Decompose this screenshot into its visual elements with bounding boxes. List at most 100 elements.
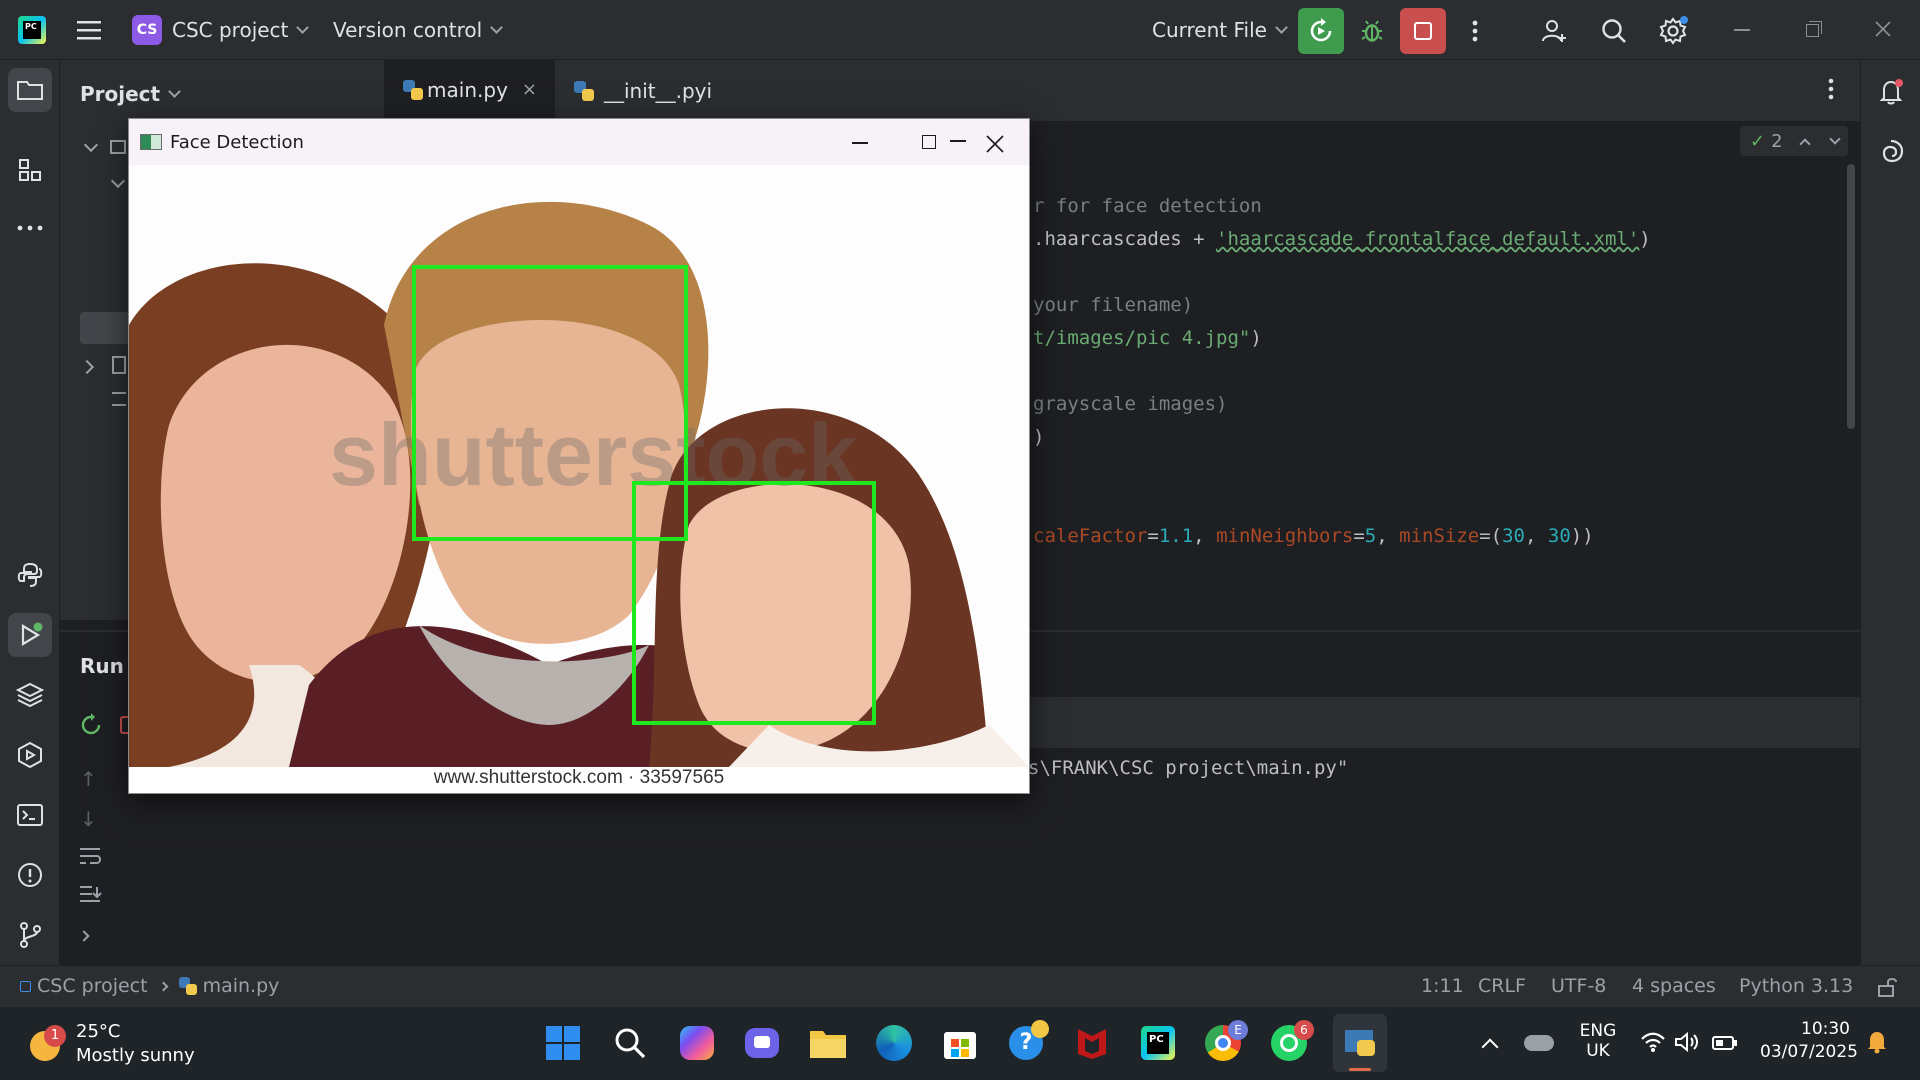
- chevron-down-icon[interactable]: [1828, 133, 1841, 145]
- code-number: 30: [1547, 525, 1571, 547]
- code-line[interactable]: ): [1033, 426, 1044, 448]
- vcs-selector[interactable]: Version control: [333, 18, 504, 42]
- minimize-window-button[interactable]: [1728, 14, 1758, 44]
- settings-gear-icon[interactable]: [1650, 8, 1696, 54]
- close-window-button[interactable]: [1868, 14, 1898, 44]
- chevron-down-icon: [490, 21, 504, 34]
- main-menu-icon[interactable]: [66, 7, 112, 53]
- restore-window-button[interactable]: [1798, 14, 1828, 44]
- mcafee-icon[interactable]: [1067, 1018, 1117, 1068]
- volume-icon[interactable]: [1674, 1031, 1700, 1057]
- whatsapp-icon[interactable]: 6: [1264, 1018, 1314, 1068]
- rerun-icon[interactable]: [78, 712, 104, 742]
- weather-widget[interactable]: 1 25°C Mostly sunny: [26, 1017, 196, 1069]
- python-app-icon[interactable]: [1333, 1014, 1387, 1072]
- rerun-button[interactable]: [1298, 8, 1344, 54]
- taskbar-search-icon[interactable]: [605, 1018, 655, 1068]
- face-window-close-button[interactable]: [982, 131, 1008, 157]
- add-user-icon[interactable]: [1531, 8, 1577, 54]
- microsoft-store-icon[interactable]: [935, 1018, 985, 1068]
- notifications-bell-icon[interactable]: [1869, 70, 1913, 114]
- run-config-selector[interactable]: Current File: [1152, 18, 1288, 42]
- copilot-app-icon[interactable]: [672, 1018, 722, 1068]
- face-detection-window[interactable]: Face Detection shutterstock www.shutters…: [128, 118, 1030, 794]
- run-output-line[interactable]: s\FRANK\CSC project\main.py": [1028, 757, 1348, 779]
- project-panel-header[interactable]: Project: [80, 82, 181, 106]
- terminal-icon[interactable]: [8, 793, 52, 837]
- left-tool-window-bar: [0, 60, 60, 965]
- notification-bell-icon[interactable]: [1866, 1029, 1888, 1059]
- code-line[interactable]: r for face detection: [1033, 195, 1262, 217]
- code-line[interactable]: your filename): [1033, 294, 1193, 316]
- indent-setting[interactable]: 4 spaces: [1632, 975, 1716, 997]
- structure-icon[interactable]: [8, 148, 52, 192]
- ai-assistant-icon[interactable]: [1869, 130, 1913, 174]
- tree-collapsed-chevron-icon[interactable]: [79, 359, 95, 375]
- expand-more-icon[interactable]: [78, 930, 90, 942]
- python-console-icon[interactable]: [8, 553, 52, 597]
- code-line[interactable]: .haarcascades + 'haarcascade_frontalface…: [1033, 228, 1651, 250]
- face-window-min-button-glyph[interactable]: [848, 133, 872, 153]
- project-folder-icon[interactable]: [8, 68, 52, 112]
- onedrive-offline-icon[interactable]: [1524, 1035, 1554, 1051]
- git-branch-icon[interactable]: [8, 913, 52, 957]
- tab-main-py[interactable]: main.py ×: [385, 60, 555, 122]
- code-line[interactable]: t/images/pic 4.jpg"): [1033, 327, 1262, 349]
- start-windows-icon[interactable]: [538, 1018, 588, 1068]
- soft-wrap-icon[interactable]: [78, 846, 102, 870]
- face-window-maximize-button[interactable]: [918, 133, 942, 155]
- caret-position[interactable]: 1:11: [1421, 975, 1464, 997]
- layers-icon[interactable]: [8, 673, 52, 717]
- close-tab-icon[interactable]: ×: [522, 79, 537, 100]
- run-tool-icon[interactable]: [8, 613, 52, 657]
- code-line[interactable]: grayscale images): [1033, 393, 1227, 415]
- chrome-browser-icon[interactable]: E: [1198, 1018, 1248, 1068]
- project-selector[interactable]: CS CSC project: [132, 15, 310, 45]
- python-interpreter[interactable]: Python 3.13: [1739, 975, 1853, 997]
- language-indicator[interactable]: ENG UK: [1578, 1021, 1618, 1061]
- clock-date: 03/07/2025: [1760, 1042, 1858, 1062]
- face-window-minimize-button[interactable]: [950, 126, 985, 158]
- more-tools-icon[interactable]: [8, 206, 52, 250]
- file-explorer-icon[interactable]: [803, 1018, 853, 1068]
- weather-temp: 25°C: [76, 1021, 121, 1042]
- breadcrumb-project[interactable]: CSC project: [37, 975, 148, 997]
- python-file-icon: [574, 81, 594, 101]
- tree-expand-chevron-icon[interactable]: [110, 173, 126, 189]
- line-separator[interactable]: CRLF: [1478, 975, 1526, 997]
- more-actions-icon[interactable]: [1452, 8, 1498, 54]
- scroll-up-icon[interactable]: ↑: [80, 767, 97, 791]
- weather-desc: Mostly sunny: [76, 1045, 195, 1066]
- tab-init-pyi[interactable]: __init__.pyi: [556, 60, 731, 122]
- teams-chat-icon[interactable]: [737, 1018, 787, 1068]
- clock[interactable]: 10:30 03/07/2025: [1760, 1019, 1858, 1062]
- code-line[interactable]: caleFactor=1.1, minNeighbors=5, minSize=…: [1033, 525, 1594, 547]
- battery-icon[interactable]: [1712, 1035, 1738, 1055]
- scroll-down-icon[interactable]: ↓: [80, 807, 97, 831]
- editor-tab-bar: main.py × __init__.pyi: [385, 60, 1860, 122]
- get-help-icon[interactable]: ?: [1001, 1018, 1051, 1068]
- debug-bug-icon[interactable]: [1349, 8, 1395, 54]
- edge-browser-icon[interactable]: [869, 1018, 919, 1068]
- code-comment: your filename): [1033, 294, 1194, 316]
- services-icon[interactable]: [8, 733, 52, 777]
- stop-button[interactable]: [1400, 8, 1446, 54]
- wifi-icon[interactable]: [1640, 1031, 1666, 1057]
- problems-icon[interactable]: [8, 853, 52, 897]
- tab-label: __init__.pyi: [604, 79, 713, 103]
- chevron-up-icon[interactable]: [1798, 138, 1811, 150]
- pycharm-logo-icon: PC: [18, 16, 46, 44]
- pycharm-app-icon[interactable]: PC: [1133, 1018, 1183, 1068]
- breadcrumb-file[interactable]: main.py: [203, 975, 280, 997]
- face-window-title-bar[interactable]: Face Detection: [129, 119, 1029, 165]
- breadcrumb-separator-icon: [158, 981, 169, 991]
- search-icon[interactable]: [1591, 8, 1637, 54]
- tab-options-icon[interactable]: [1828, 78, 1834, 104]
- show-hidden-icons-chevron[interactable]: [1481, 1038, 1499, 1056]
- inspection-widget[interactable]: ✓ 2: [1740, 126, 1848, 156]
- read-only-lock-icon[interactable]: [1876, 976, 1898, 1003]
- tree-expand-chevron-icon[interactable]: [83, 137, 99, 153]
- file-encoding[interactable]: UTF-8: [1551, 975, 1606, 997]
- scroll-to-end-icon[interactable]: [78, 884, 102, 910]
- editor-scrollbar[interactable]: [1847, 164, 1855, 429]
